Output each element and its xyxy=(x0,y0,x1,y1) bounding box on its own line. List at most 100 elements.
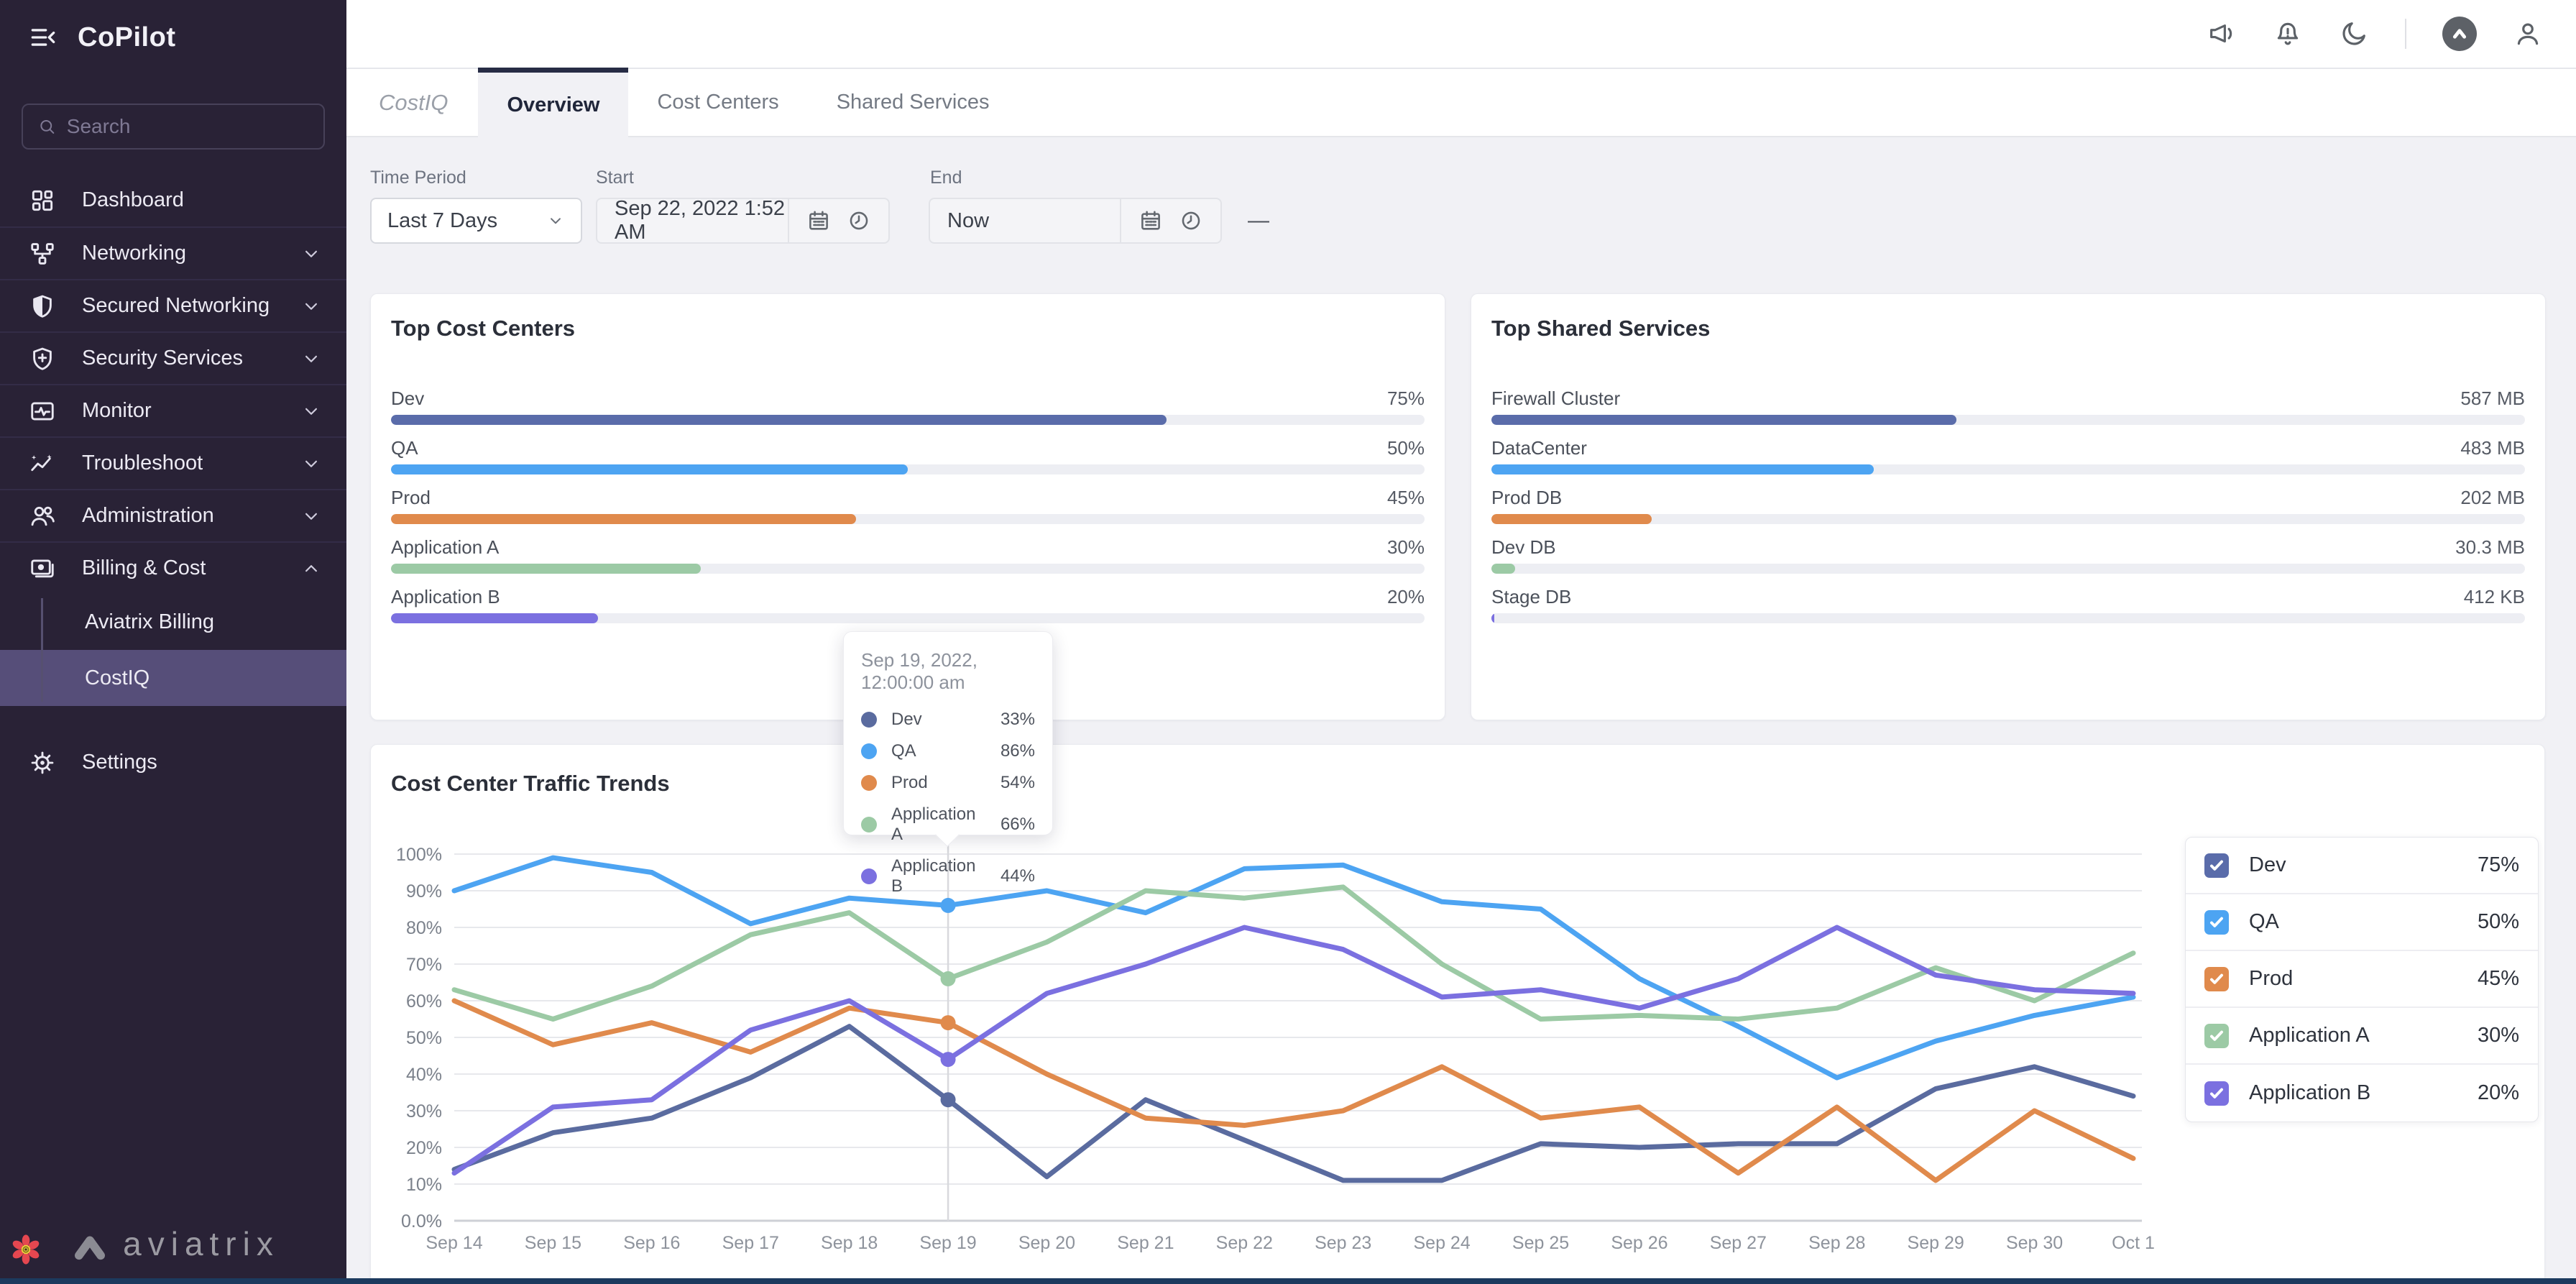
shield-plus-icon xyxy=(29,345,56,372)
sidebar-item-aviatrix-billing[interactable]: Aviatrix Billing xyxy=(0,594,346,650)
trend-icon xyxy=(29,450,56,477)
progress-track xyxy=(391,464,1425,474)
start-value: Sep 22, 2022 1:52 AM xyxy=(615,197,786,244)
monitor-icon xyxy=(29,398,56,425)
dark-mode-moon-icon[interactable] xyxy=(2339,19,2369,49)
networking-icon xyxy=(29,240,56,267)
sidebar-item-networking[interactable]: Networking xyxy=(0,226,346,279)
user-profile-icon[interactable] xyxy=(2513,19,2543,49)
legend-row-prod[interactable]: Prod 45% xyxy=(2186,951,2538,1008)
range-separator: — xyxy=(1248,208,1269,232)
shield-half-icon xyxy=(29,293,56,320)
chevron-down-icon xyxy=(300,505,322,527)
sidebar-item-label: Aviatrix Billing xyxy=(85,610,214,633)
sidebar-item-label: CostIQ xyxy=(85,666,150,689)
progress-row-label: Prod DB xyxy=(1491,487,1563,508)
sidebar-item-settings[interactable]: Settings xyxy=(0,736,346,789)
legend-row-application-a[interactable]: Application A 30% xyxy=(2186,1008,2538,1065)
card-title: Top Shared Services xyxy=(1491,316,1711,341)
progress-row-value: 20% xyxy=(1386,586,1425,607)
tooltip-series-name: QA xyxy=(891,741,916,761)
sidebar-item-label: Settings xyxy=(82,751,157,774)
collapse-sidebar-icon[interactable] xyxy=(27,22,59,53)
progress-fill xyxy=(391,613,598,623)
end-label: End xyxy=(930,168,962,188)
legend-checkbox[interactable] xyxy=(2204,1081,2229,1106)
chevron-down-icon xyxy=(300,295,322,317)
tooltip-row: Dev 33% xyxy=(844,704,1052,735)
legend-label: Application B xyxy=(2249,1081,2371,1104)
time-period-select[interactable]: Last 7 Days xyxy=(370,198,582,244)
tooltip-row: QA 86% xyxy=(844,735,1052,767)
legend-row-dev[interactable]: Dev 75% xyxy=(2186,838,2538,894)
start-datetime-input[interactable]: Sep 22, 2022 1:52 AM xyxy=(596,197,890,244)
tooltip-series-value: 44% xyxy=(1000,866,1035,886)
aviatrix-footer-logo: aviatrix xyxy=(0,1224,346,1264)
chart-title: Cost Center Traffic Trends xyxy=(391,771,670,796)
sidebar-item-troubleshoot[interactable]: Troubleshoot xyxy=(0,436,346,489)
series-dot-icon xyxy=(861,817,877,833)
progress-row-value: 202 MB xyxy=(2460,487,2525,508)
top-header xyxy=(346,0,2576,68)
progress-track xyxy=(391,415,1425,425)
sidebar-item-label: Monitor xyxy=(82,399,152,422)
progress-row-value: 483 MB xyxy=(2460,437,2525,459)
aviatrix-logo-icon[interactable] xyxy=(2442,17,2477,51)
tabstrip: CostIQ Overview Cost Centers Shared Servic… xyxy=(346,68,2576,137)
sidebar-item-monitor[interactable]: Monitor xyxy=(0,384,346,436)
legend-checkbox[interactable] xyxy=(2204,853,2229,878)
announcements-icon[interactable] xyxy=(2207,19,2237,49)
legend-checkbox[interactable] xyxy=(2204,966,2229,991)
sidebar-item-dashboard[interactable]: Dashboard xyxy=(0,174,346,226)
notifications-bell-icon[interactable] xyxy=(2273,19,2303,49)
tooltip-series-value: 33% xyxy=(1000,710,1035,729)
dashboard-icon xyxy=(29,187,56,214)
aviatrix-wordmark: aviatrix xyxy=(123,1225,280,1262)
legend-label: QA xyxy=(2249,910,2279,933)
sidebar-item-billing-cost[interactable]: Billing & Cost xyxy=(0,541,346,594)
aviatrix-mark-icon xyxy=(67,1224,113,1264)
tab-overview[interactable]: Overview xyxy=(478,68,629,137)
search-input[interactable] xyxy=(66,115,309,138)
sidebar-item-costiq[interactable]: CostIQ xyxy=(0,650,346,706)
progress-track xyxy=(1491,613,2525,623)
tooltip-rows: Dev 33% QA 86% Prod 54% Application A 66… xyxy=(844,704,1052,902)
sidebar-item-administration[interactable]: Administration xyxy=(0,489,346,541)
progress-fill xyxy=(1491,564,1516,574)
background-window-strip xyxy=(0,1278,2576,1284)
progress-row-value: 587 MB xyxy=(2460,388,2525,409)
main-area: CostIQ Overview Cost Centers Shared Servic… xyxy=(346,0,2576,1284)
header-actions xyxy=(2207,0,2543,68)
chevron-up-icon xyxy=(300,558,322,579)
tab-shared-services[interactable]: Shared Services xyxy=(808,69,1018,136)
sidebar-item-security-services[interactable]: Security Services xyxy=(0,331,346,384)
chart-legend: Dev 75% QA 50% Prod 45% Application A 30… xyxy=(2185,837,2539,1122)
end-datetime-input[interactable]: Now xyxy=(929,198,1222,244)
legend-value: 75% xyxy=(2477,853,2519,876)
tooltip-row: Prod 54% xyxy=(844,767,1052,799)
sidebar-item-secured-networking[interactable]: Secured Networking xyxy=(0,279,346,331)
shared-services-rows: Firewall Cluster 587 MB DataCenter 483 M… xyxy=(1491,383,2525,631)
progress-fill xyxy=(391,415,1167,425)
chevron-down-icon xyxy=(300,453,322,474)
legend-value: 50% xyxy=(2477,910,2519,933)
tab-cost-centers[interactable]: Cost Centers xyxy=(628,69,807,136)
sidebar-item-label: Secured Networking xyxy=(82,294,270,317)
legend-row-application-b[interactable]: Application B 20% xyxy=(2186,1065,2538,1122)
legend-checkbox[interactable] xyxy=(2204,1023,2229,1048)
chart-tooltip: Sep 19, 2022, 12:00:00 am Dev 33% QA 86%… xyxy=(843,631,1053,896)
progress-row-label: Firewall Cluster xyxy=(1491,388,1621,409)
legend-checkbox[interactable] xyxy=(2204,909,2229,935)
clock-icon[interactable] xyxy=(1179,208,1203,233)
time-period-label: Time Period xyxy=(370,168,466,188)
progress-fill xyxy=(391,564,702,574)
calendar-icon[interactable] xyxy=(1138,208,1163,233)
progress-row-value: 30% xyxy=(1386,536,1425,558)
progress-track xyxy=(391,514,1425,524)
progress-row: Application A 30% xyxy=(391,532,1425,582)
calendar-icon[interactable] xyxy=(806,208,831,233)
series-dot-icon xyxy=(861,743,877,759)
clock-icon[interactable] xyxy=(847,208,871,233)
legend-row-qa[interactable]: QA 50% xyxy=(2186,894,2538,951)
sidebar-submenu: Aviatrix Billing CostIQ xyxy=(0,594,346,706)
